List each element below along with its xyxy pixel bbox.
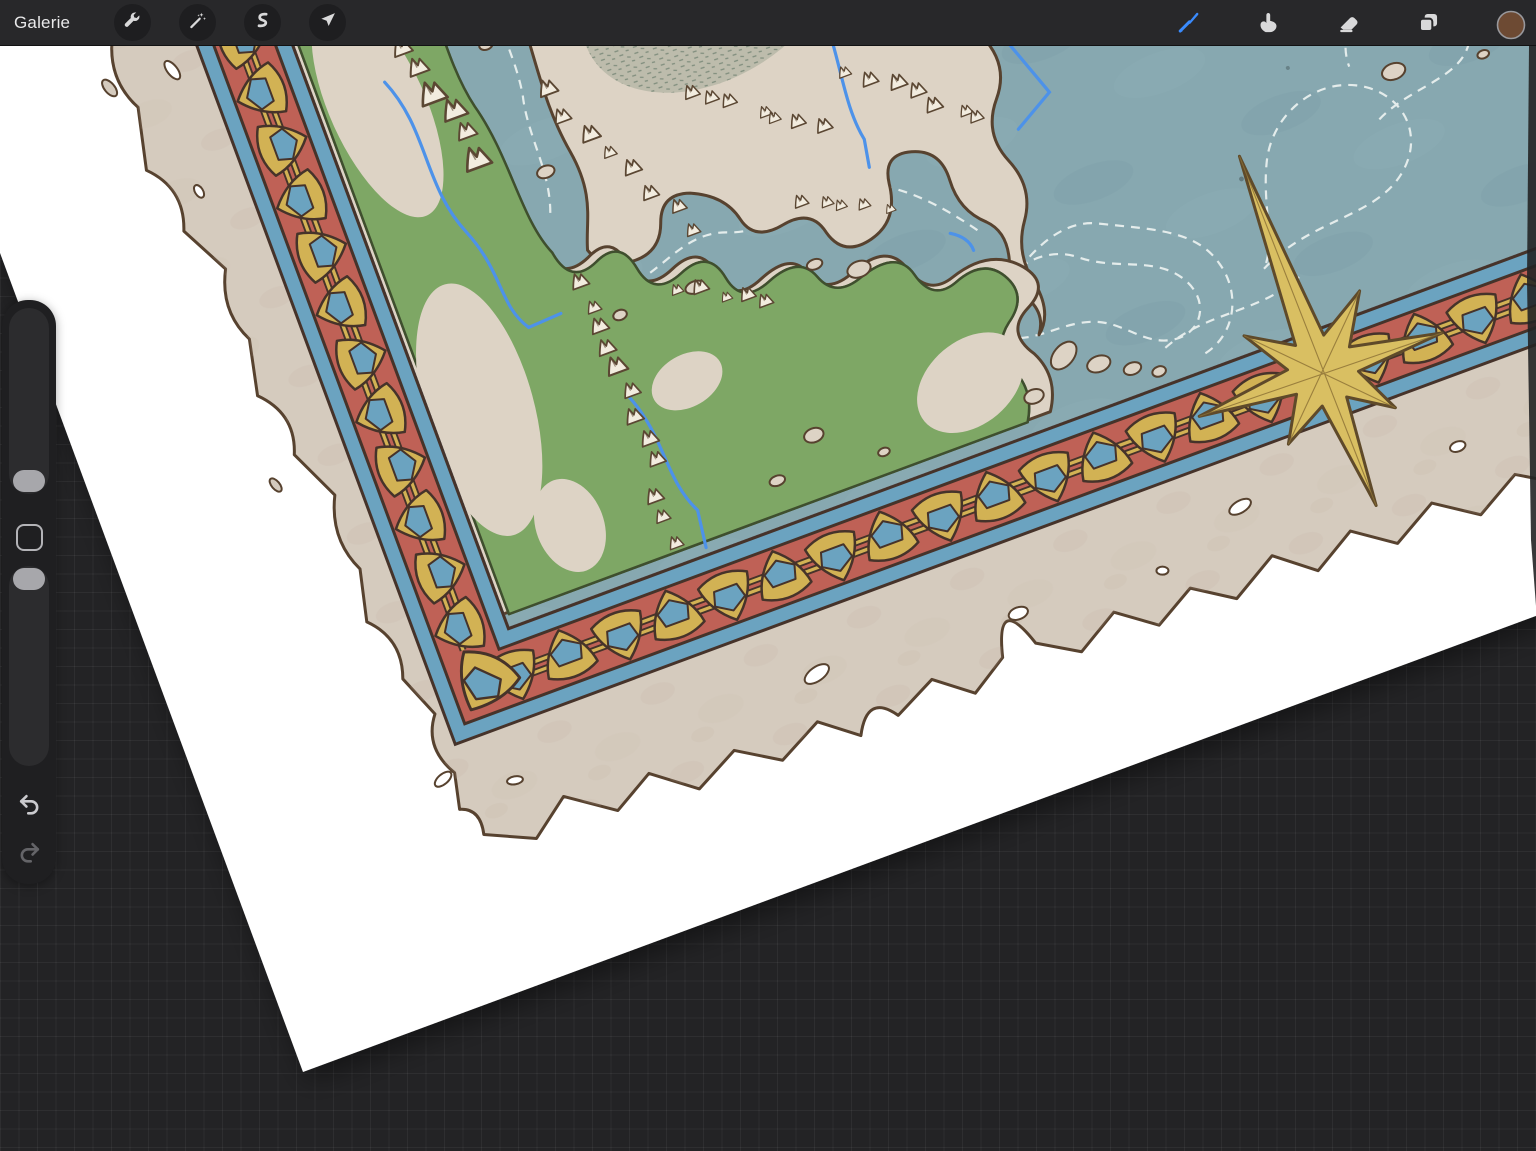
erase-tool-button[interactable] [1335,9,1362,36]
transform-arrow-icon [317,10,338,36]
top-toolbar: Galerie [0,0,1536,46]
layers-button[interactable] [1415,9,1442,36]
gallery-button[interactable]: Galerie [14,13,70,33]
undo-button[interactable] [10,788,48,826]
redo-icon [16,839,43,871]
wrench-icon [122,10,143,36]
modify-button[interactable] [16,524,43,551]
undo-icon [16,791,43,823]
opacity-handle[interactable] [13,568,45,590]
transform-button[interactable] [309,4,346,41]
redo-button[interactable] [10,836,48,874]
adjustments-button[interactable] [179,4,216,41]
magic-wand-icon [187,10,208,36]
smudge-icon [1255,9,1282,36]
selection-s-icon [252,10,273,36]
color-button[interactable] [1495,9,1522,36]
rotated-canvas-group [0,0,1536,1072]
map-canvas[interactable] [0,0,1536,1151]
brush-size-handle[interactable] [13,470,45,492]
smudge-tool-button[interactable] [1255,9,1282,36]
color-swatch-icon [1495,9,1527,41]
layers-icon [1415,9,1442,36]
eraser-icon [1335,9,1362,36]
opacity-slider[interactable] [9,566,49,766]
procreate-window: Galerie [0,0,1536,1151]
actions-button[interactable] [114,4,151,41]
brush-icon [1175,9,1202,36]
selection-button[interactable] [244,4,281,41]
brush-sidebar [2,300,56,884]
paint-tool-button[interactable] [1175,9,1202,36]
brush-size-slider[interactable] [9,308,49,494]
